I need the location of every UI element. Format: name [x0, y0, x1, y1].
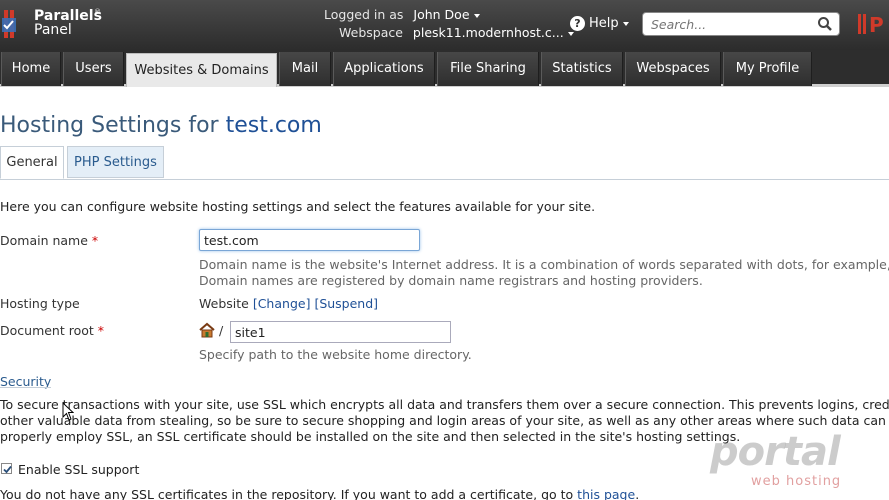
hosting-type-value: Website [Change] [Suspend]: [199, 296, 378, 311]
parallels-logo-icon: [2, 10, 16, 38]
logo-text: Parallels Panel: [34, 9, 102, 37]
nav-tab-users[interactable]: Users: [63, 52, 124, 86]
logo-line2: Panel: [34, 22, 72, 38]
webspace-selector[interactable]: plesk11.modernhost.c...: [413, 25, 574, 40]
security-text-line-2: other valuable data from stealing, so be…: [0, 413, 889, 428]
search-input[interactable]: [651, 16, 811, 32]
security-text-line-1: To secure transactions with your site, u…: [0, 397, 889, 412]
enable-ssl-label[interactable]: Enable SSL support: [18, 462, 139, 477]
change-hosting-link[interactable]: [Change]: [253, 296, 311, 311]
app-window: Parallels Panel ® Logged in as John Doe …: [0, 0, 889, 500]
domain-name-hint-1: Domain name is the website's Internet ad…: [199, 257, 889, 272]
ssl-footnote-suffix: .: [635, 487, 640, 500]
domain-name-label: Domain name *: [0, 233, 98, 248]
nav-tab-file-sharing[interactable]: File Sharing: [437, 52, 539, 86]
chevron-down-icon: [473, 13, 480, 18]
domain-name-label-text: Domain name: [0, 233, 88, 248]
domain-name-hint-2: Domain names are registered by domain na…: [199, 273, 703, 288]
document-root-label: Document root *: [0, 323, 104, 338]
nav-tab-statistics[interactable]: Statistics: [541, 52, 623, 86]
hosting-type-label: Hosting type: [0, 296, 80, 311]
hosting-type-text: Website: [199, 296, 249, 311]
chevron-down-icon: [567, 31, 574, 36]
document-root-label-text: Document root: [0, 323, 94, 338]
mouse-cursor-icon: [62, 402, 74, 421]
ssl-footnote: You do not have any SSL certificates in …: [0, 487, 639, 500]
intro-text: Here you can configure website hosting s…: [0, 199, 596, 214]
required-mark: *: [97, 323, 105, 338]
logo-registered-mark: ®: [94, 8, 101, 16]
search-icon[interactable]: [817, 16, 833, 32]
nav-tab-applications[interactable]: Applications: [333, 52, 435, 86]
help-label: Help: [589, 16, 619, 31]
page-title: Hosting Settings for test.com: [0, 113, 322, 138]
nav-tab-my-profile[interactable]: My Profile: [723, 52, 812, 86]
top-header: Parallels Panel ® Logged in as John Doe …: [0, 0, 889, 50]
webspace-value: plesk11.modernhost.c...: [412, 25, 564, 40]
ssl-footnote-text: You do not have any SSL certificates in …: [0, 487, 574, 500]
logged-in-label: Logged in as: [324, 7, 404, 22]
parallels-logo[interactable]: Parallels Panel ®: [2, 6, 102, 44]
certificates-page-link[interactable]: this page: [577, 487, 635, 500]
nav-tab-home[interactable]: Home: [1, 52, 61, 86]
svg-text:P: P: [869, 13, 884, 37]
user-name: John Doe: [413, 7, 470, 22]
section-divider: [0, 387, 51, 388]
nav-tab-webspaces[interactable]: Webspaces: [625, 52, 721, 86]
logo-line1: Parallels: [34, 8, 102, 24]
nav-tab-mail[interactable]: Mail: [279, 52, 331, 86]
path-separator: /: [219, 323, 224, 338]
watermark-web-hosting: web hosting: [751, 474, 842, 489]
domain-name-input[interactable]: [199, 229, 420, 251]
main-nav: Home Users Websites & Domains Mail Appli…: [0, 50, 889, 87]
parallels-brand-icon: P: [858, 13, 884, 37]
page-title-domain: test.com: [225, 113, 322, 138]
document-root-input[interactable]: [230, 321, 451, 343]
chevron-down-icon: [622, 21, 629, 26]
document-root-hint: Specify path to the website home directo…: [199, 347, 472, 362]
webspace-label: Webspace: [339, 25, 403, 40]
user-menu[interactable]: John Doe: [413, 7, 480, 22]
nav-tab-websites-domains[interactable]: Websites & Domains: [126, 53, 277, 87]
home-directory-icon: [199, 322, 215, 338]
enable-ssl-checkbox[interactable]: [1, 463, 12, 474]
page-title-prefix: Hosting Settings for: [0, 113, 219, 138]
watermark-portal: portal: [710, 429, 841, 475]
checkmark-icon: [3, 465, 12, 474]
help-menu[interactable]: ? Help: [570, 16, 629, 31]
required-mark: *: [91, 233, 99, 248]
settings-tabs: General PHP Settings: [0, 146, 889, 180]
tab-php-settings[interactable]: PHP Settings: [67, 146, 164, 178]
portal-watermark: portal web hosting: [710, 432, 860, 492]
tab-general[interactable]: General: [0, 146, 64, 179]
search-box: [642, 12, 840, 36]
help-icon: ?: [570, 16, 585, 31]
suspend-hosting-link[interactable]: [Suspend]: [314, 296, 378, 311]
